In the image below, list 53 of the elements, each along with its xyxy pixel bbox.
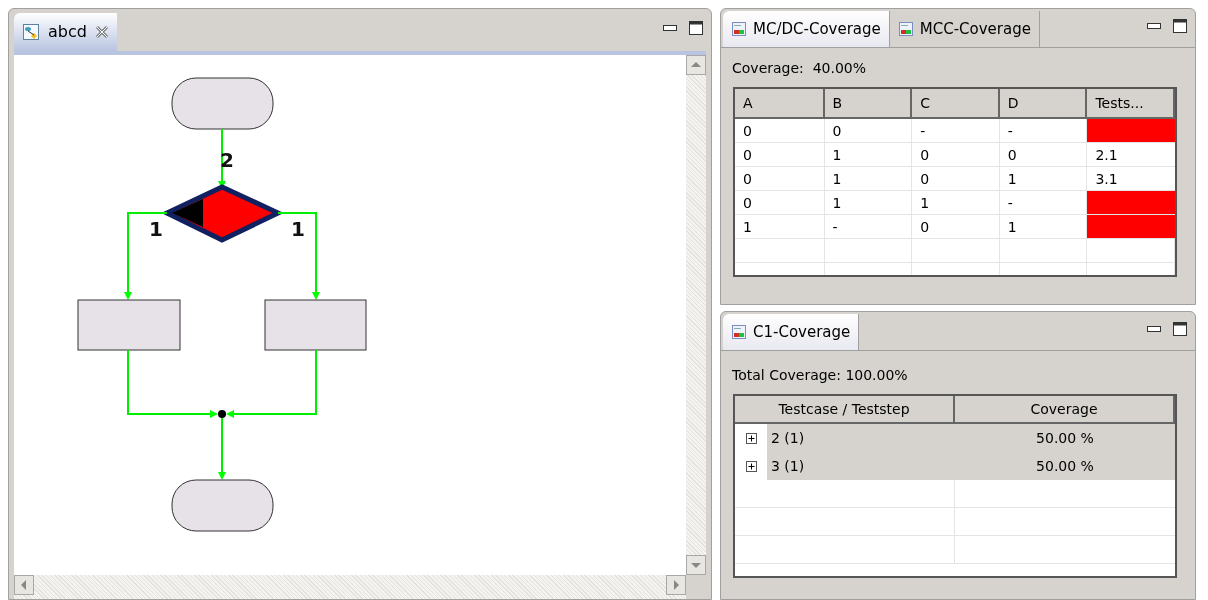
table-cell: 0 <box>912 167 1000 191</box>
junction-node <box>218 410 226 418</box>
table-cell: 1 <box>735 215 825 239</box>
horizontal-scrollbar[interactable] <box>14 575 686 599</box>
edge-label: 1 <box>149 217 163 241</box>
view-tab[interactable]: MC/DC-Coverage <box>723 11 890 47</box>
table-cell: 1 <box>824 191 913 215</box>
report-icon <box>731 324 747 340</box>
table-cell: 0 <box>824 119 913 143</box>
tree-item[interactable]: 3 (1) <box>771 455 805 477</box>
edge-label: 1 <box>291 217 305 241</box>
table-cell: 0 <box>912 143 1000 167</box>
editor-tab[interactable]: abcd <box>14 13 117 51</box>
close-icon[interactable] <box>94 25 109 39</box>
table-cell: 0 <box>912 215 1000 239</box>
maximize-icon[interactable] <box>1173 322 1187 336</box>
scroll-up-button[interactable] <box>686 55 706 75</box>
table-cell: 0 <box>735 143 825 167</box>
minimize-icon[interactable] <box>663 25 677 31</box>
diagram-file-icon <box>22 23 40 41</box>
maximize-icon[interactable] <box>689 21 703 35</box>
table-cell: - <box>824 215 913 239</box>
table-cell-text: 50.00 % <box>1035 457 1095 476</box>
view-tab[interactable]: C1-Coverage <box>723 314 860 350</box>
report-icon <box>897 21 914 37</box>
table-cell: 1 <box>824 167 913 191</box>
table-cell: 0 <box>735 167 825 191</box>
table-cell: 0 <box>735 191 825 215</box>
column-header[interactable]: Coverage <box>955 396 1175 424</box>
maximize-icon[interactable] <box>1173 19 1187 33</box>
table-cell: 1 <box>912 191 1000 215</box>
table-cell: 1 <box>824 143 913 167</box>
scroll-right-button[interactable] <box>666 575 686 595</box>
scroll-left-button[interactable] <box>14 575 34 595</box>
coverage-summary: Total Coverage: 100.00% <box>732 366 909 385</box>
column-header[interactable]: A <box>735 89 825 119</box>
vertical-scrollbar[interactable] <box>686 55 706 575</box>
column-header[interactable]: D <box>999 89 1088 119</box>
table-cell: 0 <box>735 119 825 143</box>
scroll-down-button[interactable] <box>686 555 706 575</box>
table-cell: - <box>912 119 1000 143</box>
minimize-icon[interactable] <box>1147 326 1161 332</box>
column-header[interactable]: Tests... <box>1087 89 1175 119</box>
expand-icon[interactable] <box>745 432 757 444</box>
coverage-summary: Coverage: 40.00% <box>732 59 868 78</box>
column-header[interactable]: B <box>824 89 913 119</box>
column-header[interactable]: C <box>912 89 1000 119</box>
table-cell-text: 50.00 % <box>1035 429 1095 448</box>
tree-item[interactable]: 2 (1) <box>771 427 805 449</box>
column-header[interactable]: Testcase / Teststep <box>735 396 955 424</box>
minimize-icon[interactable] <box>1147 23 1161 29</box>
expand-icon[interactable] <box>745 460 757 472</box>
report-icon <box>731 21 747 37</box>
